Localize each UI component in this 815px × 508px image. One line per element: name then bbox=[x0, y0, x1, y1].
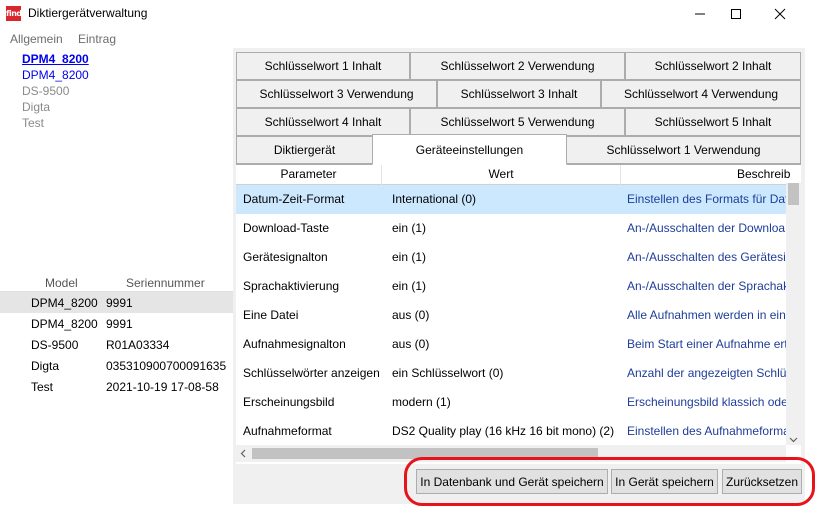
device-list-item[interactable]: DS-9500 bbox=[22, 83, 222, 99]
tab-keyword5-usage[interactable]: Schlüsselwort 5 Verwendung bbox=[410, 108, 625, 136]
column-header-serial[interactable]: Seriennummer bbox=[126, 276, 205, 290]
column-header-parameter[interactable]: Parameter bbox=[236, 165, 382, 185]
cell-description: Alle Aufnahmen werden in ein bbox=[627, 308, 786, 322]
cell-description: Einstellen des Aufnahmeforma bbox=[627, 424, 786, 438]
cell-serial: R01A03334 bbox=[106, 338, 170, 352]
table-row[interactable]: DPM4_8200 9991 bbox=[0, 292, 233, 313]
vertical-scrollbar[interactable] bbox=[786, 183, 801, 445]
close-icon bbox=[774, 8, 786, 20]
window-title: Diktiergerätverwaltung bbox=[28, 6, 148, 20]
cell-serial: 035310900700091635 bbox=[106, 359, 227, 373]
tab-keyword4-usage[interactable]: Schlüsselwort 4 Verwendung bbox=[601, 80, 801, 108]
cell-description: Einstellen des Formats für Dat bbox=[627, 192, 786, 206]
tab-keyword1-content[interactable]: Schlüsselwort 1 Inhalt bbox=[236, 52, 410, 80]
table-row[interactable]: Eine Datei aus (0) Alle Aufnahmen werden i… bbox=[236, 301, 786, 330]
menu-allgemein[interactable]: Allgemein bbox=[10, 32, 63, 46]
cell-serial: 9991 bbox=[106, 317, 133, 331]
cell-description: Anzahl der angezeigten Schlüs bbox=[627, 366, 786, 380]
cell-model: DPM4_8200 bbox=[31, 317, 98, 331]
table-row[interactable]: Aufnahmesignalton aus (0) Beim Start einer… bbox=[236, 330, 786, 359]
cell-serial: 9991 bbox=[106, 296, 133, 310]
tab-keyword3-usage[interactable]: Schlüsselwort 3 Verwendung bbox=[236, 80, 437, 108]
menu-bar: Allgemein Eintrag bbox=[0, 30, 815, 48]
serial-table-header: Model Seriennummer bbox=[0, 274, 233, 292]
scroll-left-icon[interactable] bbox=[240, 449, 246, 458]
menu-eintrag[interactable]: Eintrag bbox=[78, 32, 116, 46]
close-button[interactable] bbox=[757, 0, 803, 28]
cell-parameter: Eine Datei bbox=[243, 308, 299, 322]
cell-description: An-/Ausschalten der Sprachak bbox=[627, 279, 786, 293]
cell-parameter: Sprachaktivierung bbox=[243, 279, 340, 293]
table-row[interactable]: Gerätesignalton ein (1) An-/Ausschalten de… bbox=[236, 243, 786, 272]
tab-keyword1-usage[interactable]: Schlüsselwort 1 Verwendung bbox=[566, 136, 801, 164]
device-list: DPM4_8200 DPM4_8200 DS-9500 Digta Test bbox=[22, 51, 222, 131]
cell-parameter: Aufnahmesignalton bbox=[243, 337, 346, 351]
save-db-and-device-button[interactable]: In Datenbank und Gerät speichern bbox=[416, 469, 608, 494]
cell-value: ein (1) bbox=[392, 250, 427, 264]
table-row[interactable]: Schlüsselwörter anzeigen ein Schlüsselwor… bbox=[236, 359, 786, 388]
tab-dictation-device[interactable]: Diktiergerät bbox=[236, 136, 373, 164]
column-header-model[interactable]: Model bbox=[45, 276, 78, 290]
tab-keyword3-content[interactable]: Schlüsselwort 3 Inhalt bbox=[437, 80, 601, 108]
vertical-scroll-thumb[interactable] bbox=[788, 183, 799, 205]
table-row[interactable]: DPM4_8200 9991 bbox=[0, 313, 233, 334]
scroll-down-icon[interactable] bbox=[789, 437, 798, 443]
grid-header: Parameter Wert Beschreib bbox=[236, 165, 790, 185]
cell-model: DPM4_8200 bbox=[31, 296, 98, 310]
cell-serial: 2021-10-19 17-08-58 bbox=[106, 380, 219, 394]
cell-description: Beim Start einer Aufnahme ert bbox=[627, 337, 786, 351]
cell-value: DS2 Quality play (16 kHz 16 bit mono) (2… bbox=[392, 424, 615, 438]
cell-parameter: Datum-Zeit-Format bbox=[243, 192, 345, 206]
title-bar: find Diktiergerätverwaltung bbox=[0, 0, 815, 28]
table-row[interactable]: Datum-Zeit-Format International (0) Einste… bbox=[236, 185, 786, 214]
cell-value: aus (0) bbox=[392, 337, 430, 351]
column-header-value[interactable]: Wert bbox=[382, 165, 621, 185]
device-list-item[interactable]: Test bbox=[22, 115, 222, 131]
tab-keyword2-usage[interactable]: Schlüsselwort 2 Verwendung bbox=[410, 52, 625, 80]
minimize-icon bbox=[695, 13, 705, 15]
cell-parameter: Erscheinungsbild bbox=[243, 395, 335, 409]
device-list-item[interactable]: DPM4_8200 bbox=[22, 67, 222, 83]
cell-description: Erscheinungsbild klassich oder bbox=[627, 395, 786, 409]
horizontal-scrollbar[interactable] bbox=[236, 445, 786, 462]
app-icon: find bbox=[6, 6, 22, 21]
table-row[interactable]: DS-9500 R01A03334 bbox=[0, 334, 233, 355]
cell-description: An-/Ausschalten des Gerätesig bbox=[627, 250, 786, 264]
cell-parameter: Schlüsselwörter anzeigen bbox=[243, 366, 380, 380]
device-list-item[interactable]: Digta bbox=[22, 99, 222, 115]
cell-model: Test bbox=[31, 380, 54, 394]
table-row[interactable]: Test 2021-10-19 17-08-58 bbox=[0, 376, 233, 397]
tab-device-settings[interactable]: Geräteeinstellungen bbox=[372, 134, 567, 165]
cell-value: ein Schlüsselwort (0) bbox=[392, 366, 504, 380]
device-list-item[interactable]: DPM4_8200 bbox=[22, 51, 222, 67]
column-header-description[interactable]: Beschreib bbox=[621, 165, 801, 185]
cell-value: ein (1) bbox=[392, 279, 427, 293]
save-device-button[interactable]: In Gerät speichern bbox=[611, 469, 718, 494]
grid-rows: Datum-Zeit-Format International (0) Einste… bbox=[236, 185, 786, 446]
table-row[interactable]: Erscheinungsbild modern (1) Erscheinungsbi… bbox=[236, 388, 786, 417]
cell-parameter: Aufnahmeformat bbox=[243, 424, 332, 438]
maximize-button[interactable] bbox=[713, 0, 759, 28]
cell-parameter: Gerätesignalton bbox=[243, 250, 328, 264]
cell-parameter: Download-Taste bbox=[243, 221, 330, 235]
cell-value: International (0) bbox=[392, 192, 477, 206]
maximize-icon bbox=[731, 9, 741, 19]
serial-table: Model Seriennummer DPM4_8200 9991 DPM4_8… bbox=[0, 274, 233, 397]
table-row[interactable]: Digta 035310900700091635 bbox=[0, 355, 233, 376]
table-row[interactable]: Sprachaktivierung ein (1) An-/Ausschalten … bbox=[236, 272, 786, 301]
cell-value: modern (1) bbox=[392, 395, 451, 409]
settings-grid: Parameter Wert Beschreib Datum-Zeit-Form… bbox=[236, 164, 801, 464]
reset-button[interactable]: Zurücksetzen bbox=[722, 469, 802, 494]
horizontal-scroll-thumb[interactable] bbox=[252, 448, 598, 459]
tab-keyword4-content[interactable]: Schlüsselwort 4 Inhalt bbox=[236, 108, 410, 136]
cell-description: An-/Ausschalten der Downloa bbox=[627, 221, 786, 235]
cell-value: aus (0) bbox=[392, 308, 430, 322]
cell-value: ein (1) bbox=[392, 221, 427, 235]
table-row[interactable]: Aufnahmeformat DS2 Quality play (16 kHz 1… bbox=[236, 417, 786, 446]
cell-model: Digta bbox=[31, 359, 60, 373]
tab-keyword5-content[interactable]: Schlüsselwort 5 Inhalt bbox=[625, 108, 801, 136]
table-row[interactable]: Download-Taste ein (1) An-/Ausschalten der… bbox=[236, 214, 786, 243]
cell-model: DS-9500 bbox=[31, 338, 79, 352]
tab-keyword2-content[interactable]: Schlüsselwort 2 Inhalt bbox=[625, 52, 801, 80]
